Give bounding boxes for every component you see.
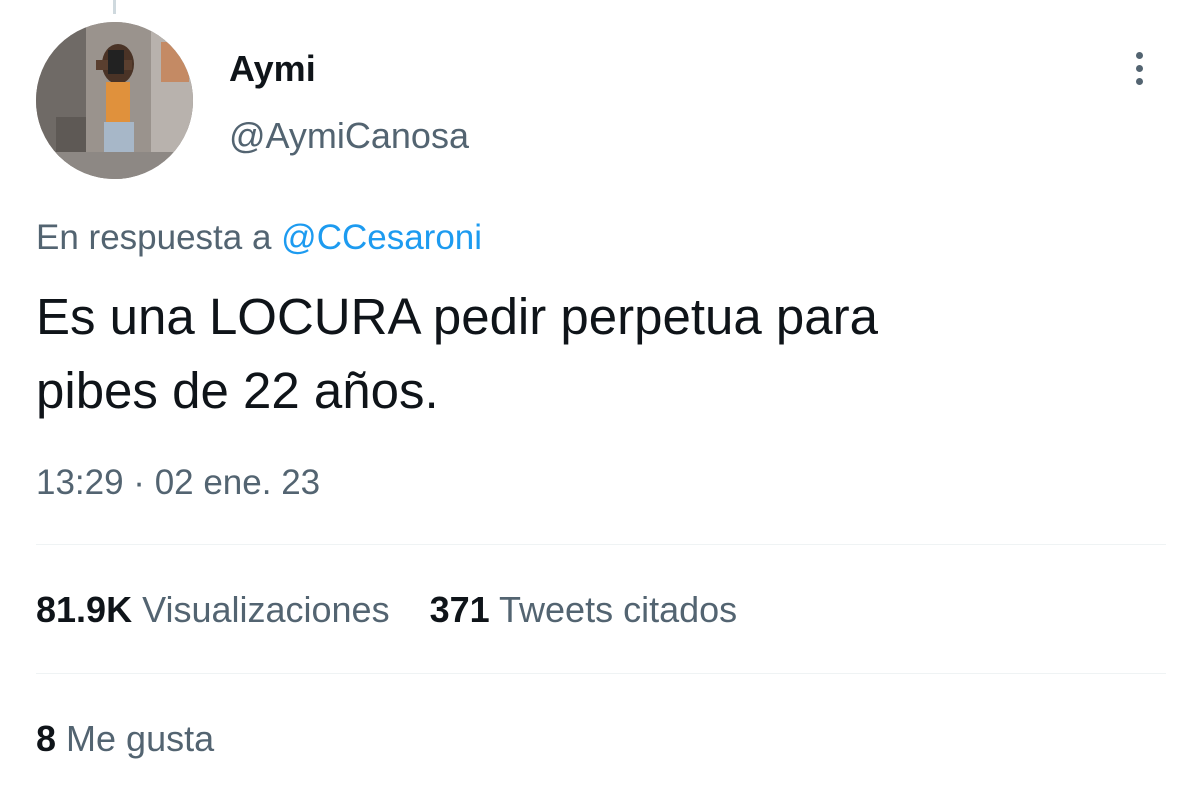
reply-context: En respuesta a @CCesaroni	[36, 216, 482, 260]
reply-mention-link[interactable]: @CCesaroni	[281, 218, 482, 257]
more-dot	[1136, 65, 1143, 72]
stats-row: 81.9K Visualizaciones 371 Tweets citados	[36, 588, 737, 632]
views-stat[interactable]: 81.9K Visualizaciones	[36, 588, 390, 632]
quotes-stat[interactable]: 371 Tweets citados	[430, 588, 738, 632]
tweet-text: Es una LOCURA pedir perpetua para pibes …	[36, 280, 1166, 428]
tweet-timestamp[interactable]: 13:29 · 02 ene. 23	[36, 461, 320, 505]
more-dot	[1136, 78, 1143, 85]
author-handle[interactable]: @AymiCanosa	[229, 114, 469, 158]
avatar-photo	[36, 22, 193, 179]
quotes-count: 371	[429, 589, 490, 630]
views-label: Visualizaciones	[142, 589, 390, 630]
more-dot	[1136, 52, 1143, 59]
thread-connector-line	[113, 0, 116, 14]
reply-prefix: En respuesta a	[36, 218, 272, 257]
author-name[interactable]: Aymi	[229, 47, 316, 91]
likes-row: 8 Me gusta	[36, 717, 214, 761]
likes-label: Me gusta	[66, 718, 215, 759]
tweet-text-line: Es una LOCURA pedir perpetua para	[36, 288, 878, 345]
quotes-label: Tweets citados	[499, 589, 738, 630]
more-vertical-icon[interactable]	[1125, 46, 1155, 90]
views-count: 81.9K	[36, 589, 133, 630]
likes-count: 8	[36, 718, 57, 759]
tweet-text-line: pibes de 22 años.	[36, 362, 439, 419]
divider	[36, 673, 1166, 674]
likes-stat[interactable]: 8 Me gusta	[36, 717, 214, 761]
avatar[interactable]	[36, 22, 193, 179]
divider	[36, 544, 1166, 545]
